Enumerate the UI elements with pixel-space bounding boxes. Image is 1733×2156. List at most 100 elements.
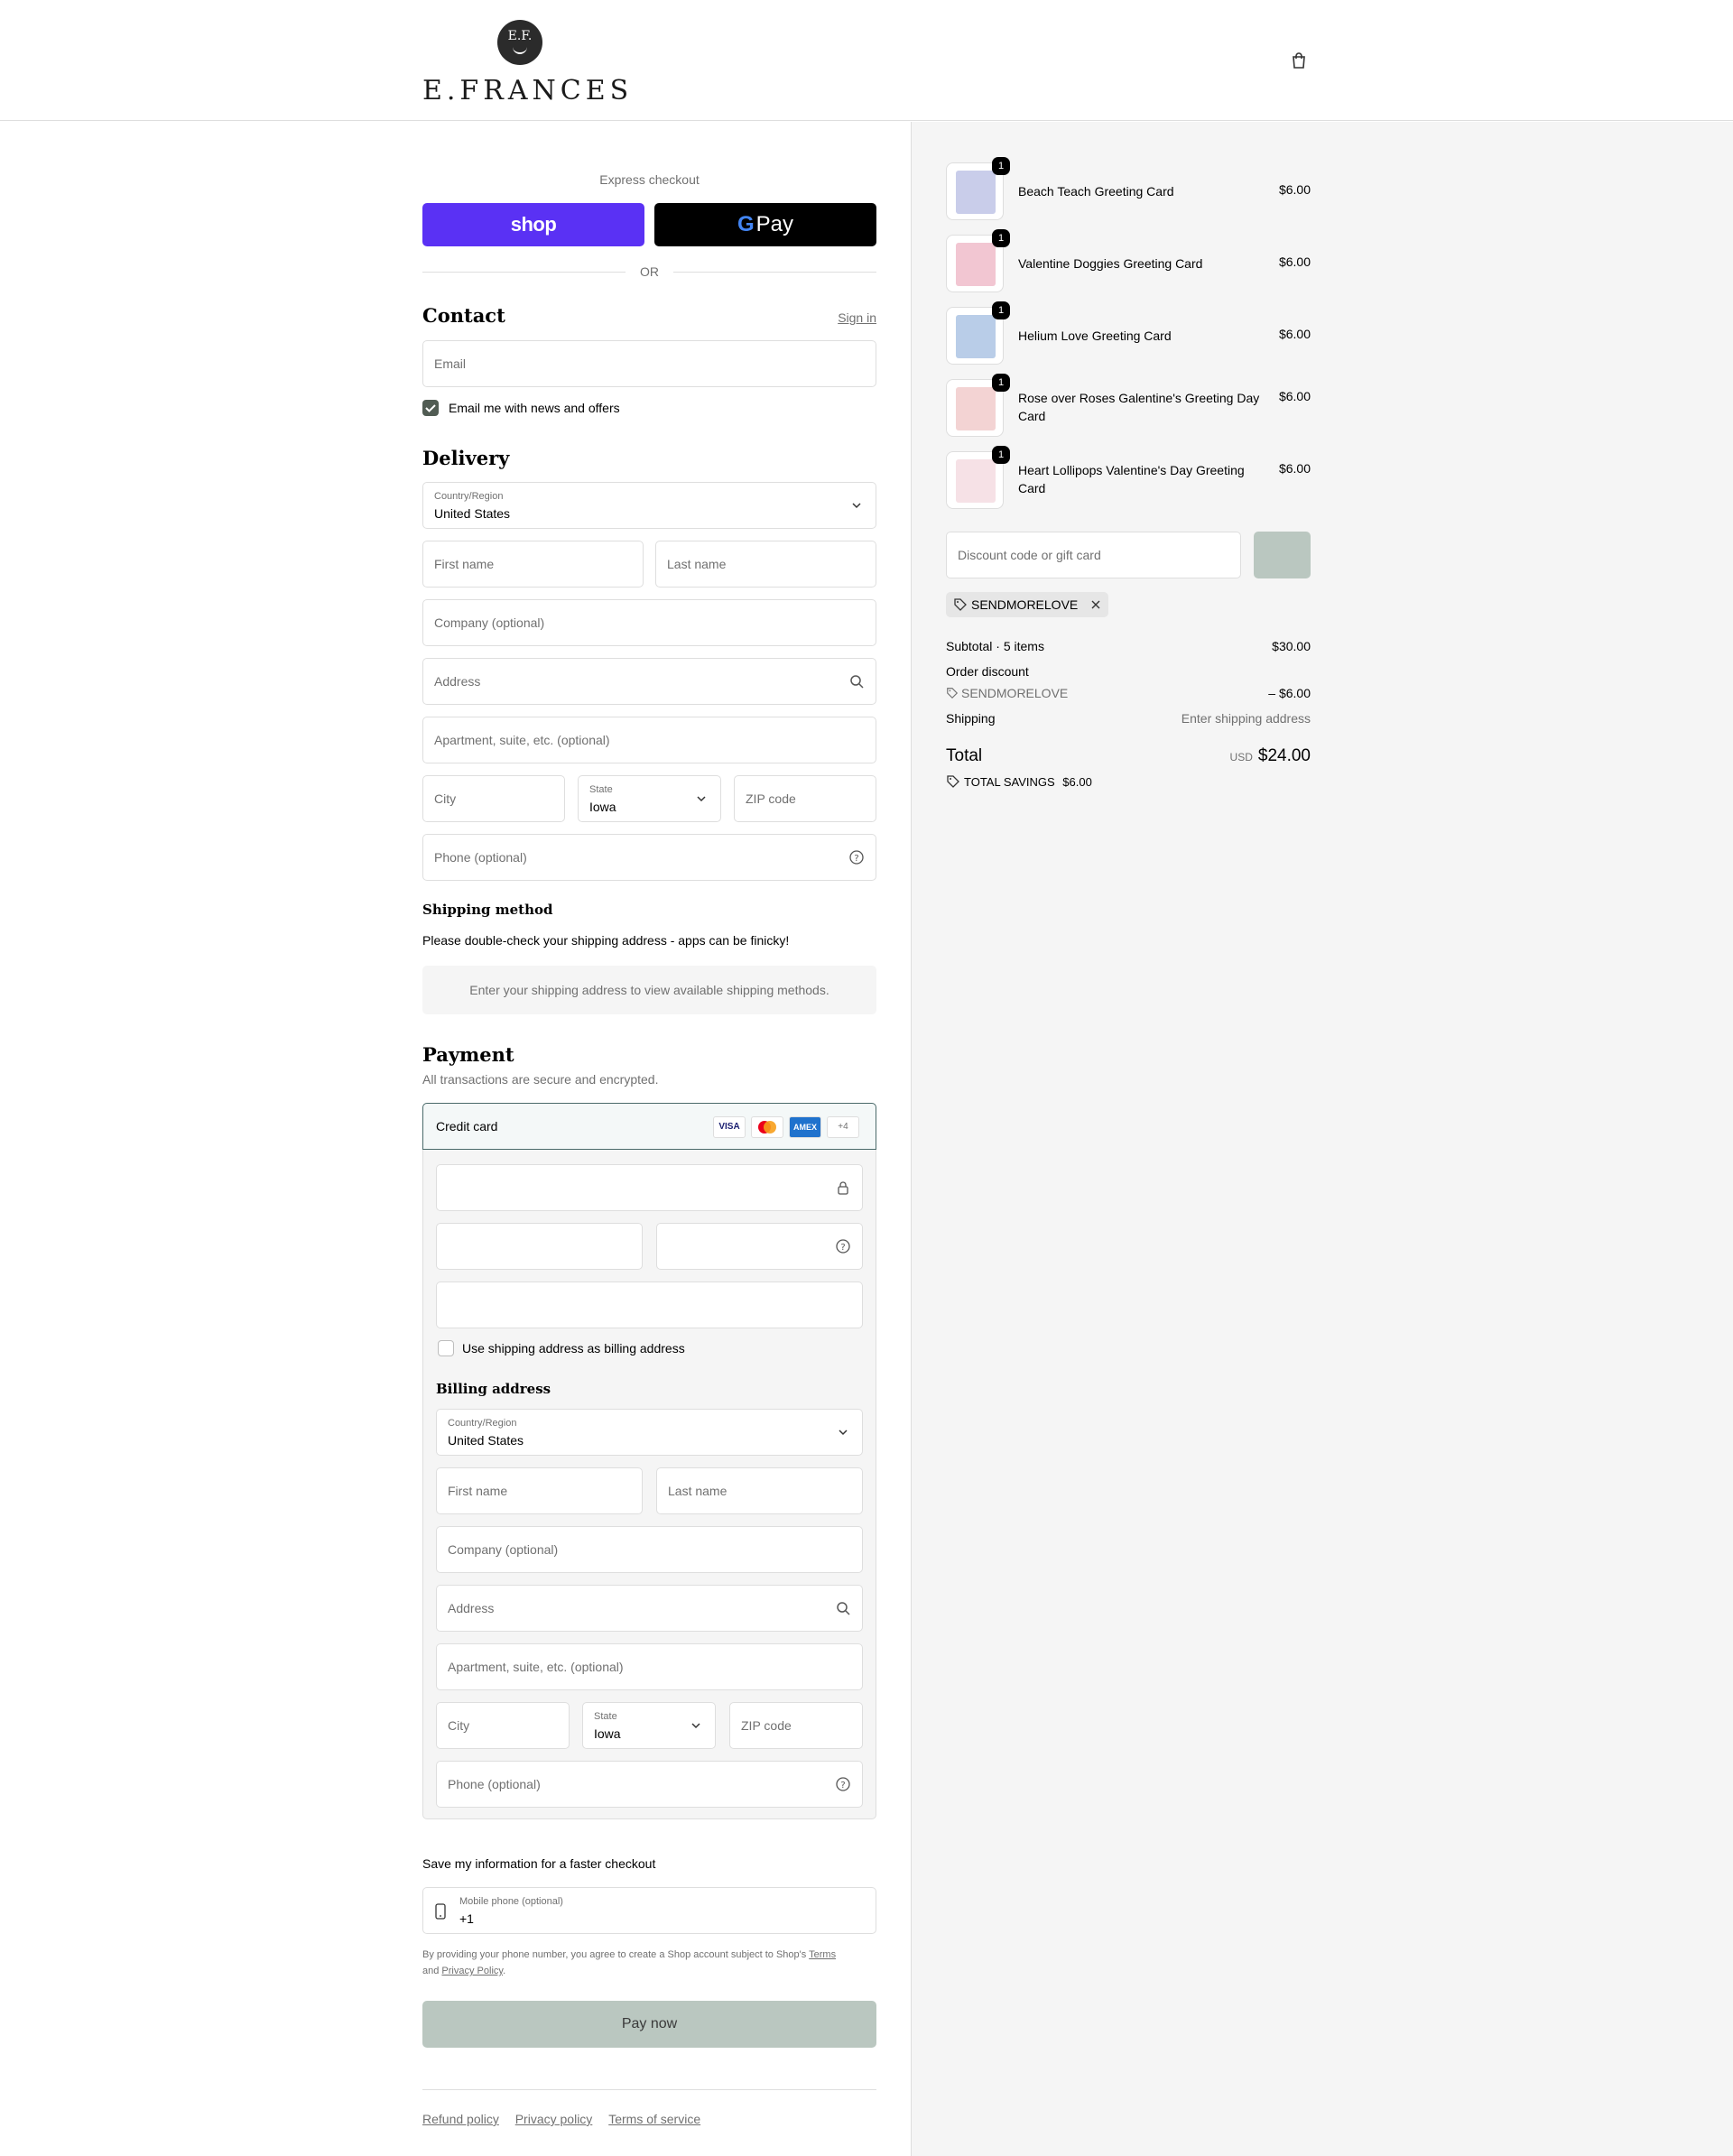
country-select[interactable]: Country/Region United States: [422, 482, 876, 529]
company-field[interactable]: Company (optional): [422, 599, 876, 646]
save-info-title: Save my information for a faster checkou…: [422, 1856, 656, 1871]
billing-address-heading: Billing address: [436, 1381, 551, 1397]
card-number-field[interactable]: [436, 1164, 863, 1211]
expiration-field[interactable]: [436, 1223, 643, 1270]
product-price: $6.00: [1278, 182, 1311, 197]
footer-divider: [422, 2089, 876, 2090]
city-field[interactable]: City: [422, 775, 565, 822]
product-name: Valentine Doggies Greeting Card: [1018, 256, 1203, 271]
more-cards-badge: +4: [827, 1116, 859, 1138]
logo-badge: E.F.: [497, 20, 542, 65]
privacy-policy-link[interactable]: Privacy Policy: [441, 1966, 503, 1976]
billing-city-field[interactable]: City: [436, 1702, 570, 1749]
chevron-down-icon: [697, 796, 706, 802]
product-name: Rose over Roses Galentine's Greeting Day…: [1018, 391, 1260, 423]
zip-field[interactable]: ZIP code: [734, 775, 876, 822]
billing-same-label: Use shipping address as billing address: [462, 1341, 685, 1356]
product-name: Heart Lollipops Valentine's Day Greeting…: [1018, 463, 1245, 495]
discount-code-field[interactable]: Discount code or gift card: [946, 532, 1241, 578]
first-name-field[interactable]: First name: [422, 541, 644, 588]
news-checkbox[interactable]: [422, 400, 439, 416]
phone-field[interactable]: Phone (optional) ?: [422, 834, 876, 881]
sign-in-link[interactable]: Sign in: [838, 310, 876, 325]
or-divider: OR: [422, 263, 876, 281]
name-on-card-field[interactable]: [436, 1282, 863, 1328]
shipping-note: Please double-check your shipping addres…: [422, 933, 790, 948]
express-checkout-title: Express checkout: [599, 172, 700, 187]
billing-state-select[interactable]: State Iowa: [582, 1702, 716, 1749]
line-item: 1 Beach Teach Greeting Card $6.00: [946, 157, 1311, 220]
quantity-badge: 1: [992, 446, 1010, 464]
email-field[interactable]: Email: [422, 340, 876, 387]
search-icon: [850, 675, 864, 689]
svg-text:?: ?: [840, 1243, 845, 1253]
payment-heading: Payment: [422, 1043, 514, 1066]
last-name-field[interactable]: Last name: [655, 541, 876, 588]
apply-discount-button[interactable]: [1254, 532, 1311, 578]
order-discount-label: Order discount: [946, 664, 1029, 679]
chevron-down-icon: [852, 503, 861, 509]
svg-text:?: ?: [854, 854, 858, 864]
quantity-badge: 1: [992, 229, 1010, 247]
product-price: $6.00: [1278, 461, 1311, 476]
google-g-icon: G: [737, 212, 755, 236]
news-label: Email me with news and offers: [449, 401, 620, 415]
discount-row: SENDMORELOVE – $6.00: [946, 686, 1311, 700]
apartment-field[interactable]: Apartment, suite, etc. (optional): [422, 717, 876, 763]
billing-address-field[interactable]: Address: [436, 1585, 863, 1632]
brand-logo[interactable]: E.F. E.FRANCES: [422, 20, 634, 106]
logo-wordmark: E.FRANCES: [422, 75, 634, 106]
mobile-phone-field[interactable]: Mobile phone (optional) +1: [422, 1887, 876, 1934]
billing-first-name-field[interactable]: First name: [436, 1467, 643, 1514]
billing-same-checkbox[interactable]: [438, 1340, 454, 1356]
google-pay-button[interactable]: GPay: [654, 203, 876, 246]
privacy-policy-footer-link[interactable]: Privacy policy: [515, 2112, 593, 2126]
refund-policy-link[interactable]: Refund policy: [422, 2112, 499, 2126]
product-name: Helium Love Greeting Card: [1018, 328, 1172, 343]
search-icon: [837, 1602, 850, 1615]
address-field[interactable]: Address: [422, 658, 876, 705]
shop-pay-button[interactable]: shop: [422, 203, 644, 246]
product-price: $6.00: [1278, 389, 1311, 403]
payment-subtitle: All transactions are secure and encrypte…: [422, 1072, 659, 1087]
cart-icon[interactable]: [1289, 51, 1309, 70]
terms-of-service-link[interactable]: Terms of service: [608, 2112, 700, 2126]
tag-icon: [947, 775, 959, 788]
security-code-field[interactable]: ?: [656, 1223, 863, 1270]
phone-icon: [435, 1903, 446, 1920]
product-price: $6.00: [1278, 254, 1311, 269]
subtotal-row: Subtotal · 5 items $30.00: [946, 639, 1311, 653]
billing-last-name-field[interactable]: Last name: [656, 1467, 863, 1514]
line-item: 1 Heart Lollipops Valentine's Day Greeti…: [946, 446, 1311, 509]
help-icon: ?: [849, 850, 864, 865]
tag-icon: [954, 598, 967, 611]
billing-apartment-field[interactable]: Apartment, suite, etc. (optional): [436, 1643, 863, 1690]
amex-icon: AMEX: [789, 1116, 821, 1138]
applied-discount-chip: SENDMORELOVE: [946, 592, 1109, 617]
chevron-down-icon: [839, 1430, 848, 1436]
contact-heading: Contact: [422, 304, 505, 327]
product-name: Beach Teach Greeting Card: [1018, 184, 1174, 199]
chevron-down-icon: [691, 1723, 700, 1729]
help-icon: ?: [836, 1239, 850, 1254]
line-item: 1 Rose over Roses Galentine's Greeting D…: [946, 374, 1311, 437]
quantity-badge: 1: [992, 157, 1010, 175]
billing-phone-field[interactable]: Phone (optional) ?: [436, 1761, 863, 1808]
delivery-heading: Delivery: [422, 447, 510, 469]
help-icon: ?: [836, 1777, 850, 1791]
billing-zip-field[interactable]: ZIP code: [729, 1702, 863, 1749]
line-item: 1 Helium Love Greeting Card $6.00: [946, 301, 1311, 365]
shop-legal-text: By providing your phone number, you agre…: [422, 1949, 837, 1976]
billing-company-field[interactable]: Company (optional): [436, 1526, 863, 1573]
credit-card-option[interactable]: Credit card VISA AMEX +4: [422, 1103, 876, 1150]
remove-discount-icon[interactable]: [1090, 597, 1101, 612]
total-savings: TOTAL SAVINGS $6.00: [946, 774, 1311, 789]
billing-country-select[interactable]: Country/Region United States: [436, 1409, 863, 1456]
footer-links: Refund policy Privacy policy Terms of se…: [422, 2112, 700, 2126]
terms-link[interactable]: Terms: [809, 1949, 836, 1960]
pay-now-button[interactable]: Pay now: [422, 2001, 876, 2048]
lock-icon: [838, 1181, 848, 1195]
state-select[interactable]: State Iowa: [578, 775, 721, 822]
line-item: 1 Valentine Doggies Greeting Card $6.00: [946, 229, 1311, 292]
quantity-badge: 1: [992, 374, 1010, 392]
